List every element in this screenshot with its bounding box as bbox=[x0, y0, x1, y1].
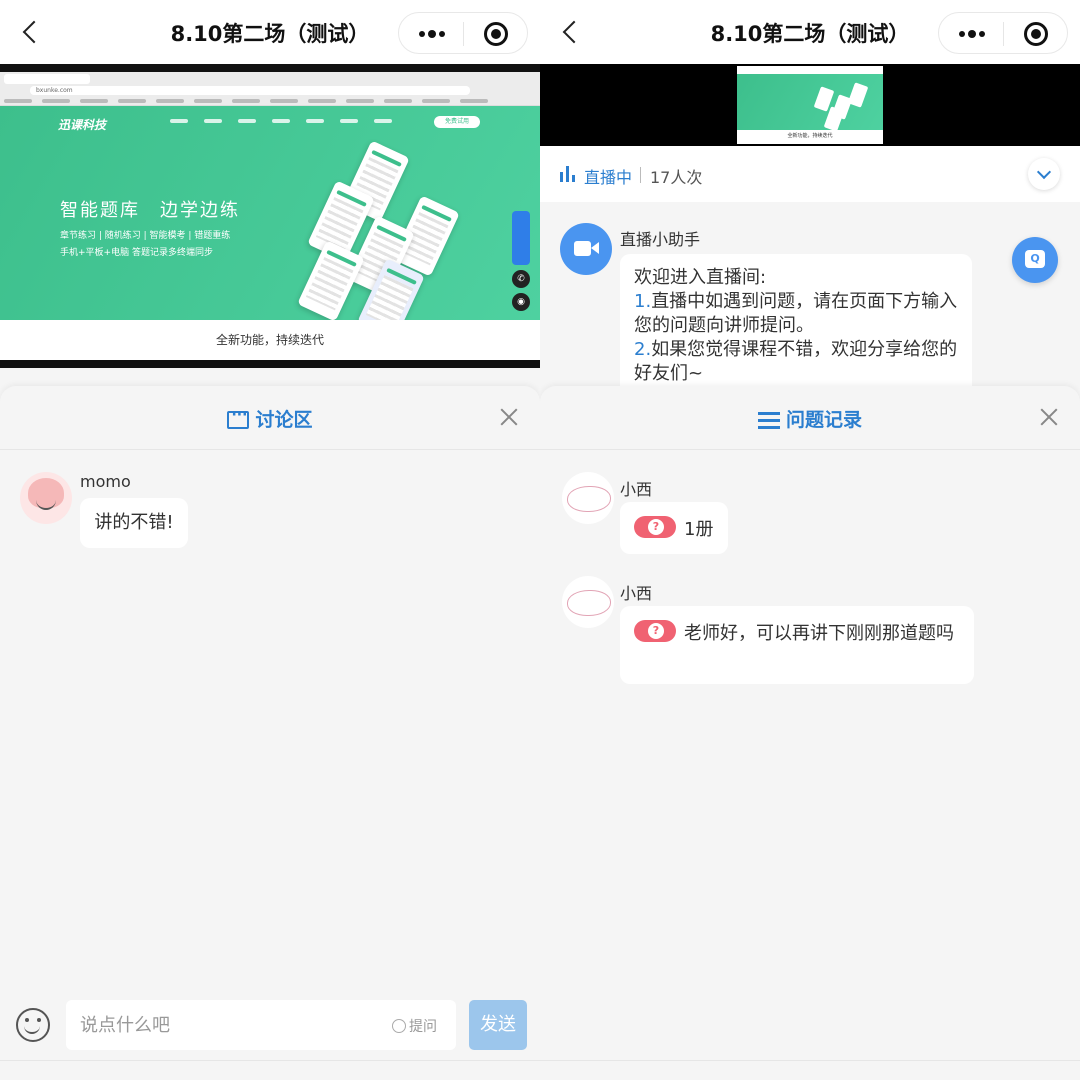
site-trial-button: 免费试用 bbox=[434, 116, 480, 128]
more-dots-icon[interactable] bbox=[939, 13, 1003, 55]
question-text: 1册 bbox=[684, 519, 714, 540]
live-video-player[interactable]: bxunke.com 迅课科技 免费试用 智能题库 边学边练 章节练习 | 随机… bbox=[0, 64, 540, 368]
close-program-target-icon[interactable] bbox=[1004, 13, 1068, 55]
sheet-header: 问题记录 bbox=[540, 386, 1080, 450]
tip-1: 1.直播中如遇到问题，请在页面下方输入您的问题向讲师提问。 bbox=[634, 290, 958, 338]
browser-url: bxunke.com bbox=[30, 86, 470, 95]
avatar bbox=[20, 472, 72, 524]
ask-label: 提问 bbox=[409, 1019, 437, 1035]
live-status-bar: 直播中 17人次 bbox=[540, 146, 1080, 202]
q-icon: Q bbox=[1030, 252, 1040, 265]
tip-text: 如果您觉得课程不错，欢迎分享给您的好友们~ bbox=[634, 339, 958, 384]
website-hero: 迅课科技 免费试用 智能题库 边学边练 章节练习 | 随机练习 | 智能模考 |… bbox=[0, 106, 540, 340]
site-side-buttons: ✆ ◉ bbox=[512, 211, 532, 311]
shared-screen: bxunke.com 迅课科技 免费试用 智能题库 边学边练 章节练习 | 随机… bbox=[0, 72, 540, 360]
message-bubble: 讲的不错! bbox=[80, 498, 188, 548]
safe-area bbox=[540, 1060, 1080, 1080]
shared-screen-thumbnail: 全新功能，持续迭代 bbox=[737, 66, 883, 144]
send-button[interactable]: 发送 bbox=[469, 1000, 527, 1050]
site-subline: 章节练习 | 随机练习 | 智能模考 | 错题重练 bbox=[60, 231, 231, 241]
sheet-title-text: 讨论区 bbox=[255, 409, 313, 431]
tip-text: 直播中如遇到问题，请在页面下方输入您的问题向讲师提问。 bbox=[634, 291, 958, 336]
sheet-title: 讨论区 bbox=[0, 405, 540, 432]
browser-chrome: bxunke.com bbox=[0, 72, 540, 106]
avatar bbox=[562, 576, 614, 628]
tip-number: 1. bbox=[634, 291, 652, 312]
sheet-title-text: 问题记录 bbox=[785, 409, 862, 431]
ask-question-toggle[interactable]: 提问 bbox=[392, 1016, 437, 1036]
safe-area bbox=[0, 1060, 540, 1080]
radio-icon[interactable] bbox=[392, 1019, 406, 1033]
phone-icon: ✆ bbox=[512, 270, 530, 288]
mini-program-capsule bbox=[938, 12, 1068, 54]
question-bubble: 1册 bbox=[620, 502, 728, 554]
sheet-title: 问题记录 bbox=[540, 405, 1080, 432]
welcome-line: 欢迎进入直播间: bbox=[634, 267, 767, 288]
list-icon bbox=[757, 411, 780, 429]
live-bars-icon bbox=[560, 166, 578, 182]
close-program-target-icon[interactable] bbox=[464, 13, 528, 55]
question-float-button[interactable]: Q bbox=[1012, 237, 1058, 283]
chevron-down-icon[interactable] bbox=[1028, 158, 1060, 190]
live-video-player[interactable]: 全新功能，持续迭代 bbox=[540, 64, 1080, 146]
top-bar: 8.10第二场（测试） bbox=[0, 0, 540, 64]
discussion-panel: 8.10第二场（测试） bxunke.com 迅课科技 免费试用 智能题库 边学… bbox=[0, 0, 540, 1080]
close-icon[interactable] bbox=[1036, 404, 1062, 430]
viewer-count: 17人次 bbox=[650, 168, 703, 187]
message-composer: 提问 发送 bbox=[0, 984, 540, 1060]
site-headline: 智能题库 边学边练 bbox=[60, 200, 240, 221]
sender-name: 小西 bbox=[620, 584, 653, 603]
questions-panel: 8.10第二场（测试） 全新功能，持续迭代 直播中 17人次 直播小助手 欢迎进… bbox=[540, 0, 1080, 1080]
questions-sheet: 问题记录 小西 1册 小西 老师好，可以再讲下刚刚那道题吗 bbox=[540, 386, 1080, 1080]
close-icon[interactable] bbox=[496, 404, 522, 430]
question-text: 老师好，可以再讲下刚刚那道题吗 bbox=[684, 623, 954, 644]
sender-name: 直播小助手 bbox=[620, 230, 701, 249]
sender-name: momo bbox=[80, 472, 131, 491]
site-subline-2: 手机+平板+电脑 答题记录多终端同步 bbox=[60, 248, 213, 258]
tip-2: 2.如果您觉得课程不错，欢迎分享给您的好友们~ bbox=[634, 338, 958, 386]
sheet-header: 讨论区 bbox=[0, 386, 540, 450]
wechat-icon: ◉ bbox=[512, 293, 530, 311]
emoji-icon[interactable] bbox=[16, 1008, 50, 1042]
mini-program-capsule bbox=[398, 12, 528, 54]
site-footer-text: 全新功能，持续迭代 bbox=[0, 320, 540, 360]
tip-number: 2. bbox=[634, 339, 652, 360]
chat-bubble-icon bbox=[227, 407, 250, 429]
avatar bbox=[562, 472, 614, 524]
discussion-sheet: 讨论区 momo 讲的不错! bbox=[0, 386, 540, 1080]
video-camera-icon bbox=[560, 223, 612, 275]
question-bubble: 老师好，可以再讲下刚刚那道题吗 bbox=[620, 606, 974, 684]
question-tag-icon bbox=[634, 516, 676, 538]
thumbnail-caption: 全新功能，持续迭代 bbox=[787, 133, 833, 139]
sender-name: 小西 bbox=[620, 480, 653, 499]
question-tag-icon bbox=[634, 620, 676, 642]
top-bar: 8.10第二场（测试） bbox=[540, 0, 1080, 64]
more-dots-icon[interactable] bbox=[399, 13, 463, 55]
site-logo: 迅课科技 bbox=[58, 118, 107, 132]
live-status: 直播中 bbox=[584, 168, 633, 187]
